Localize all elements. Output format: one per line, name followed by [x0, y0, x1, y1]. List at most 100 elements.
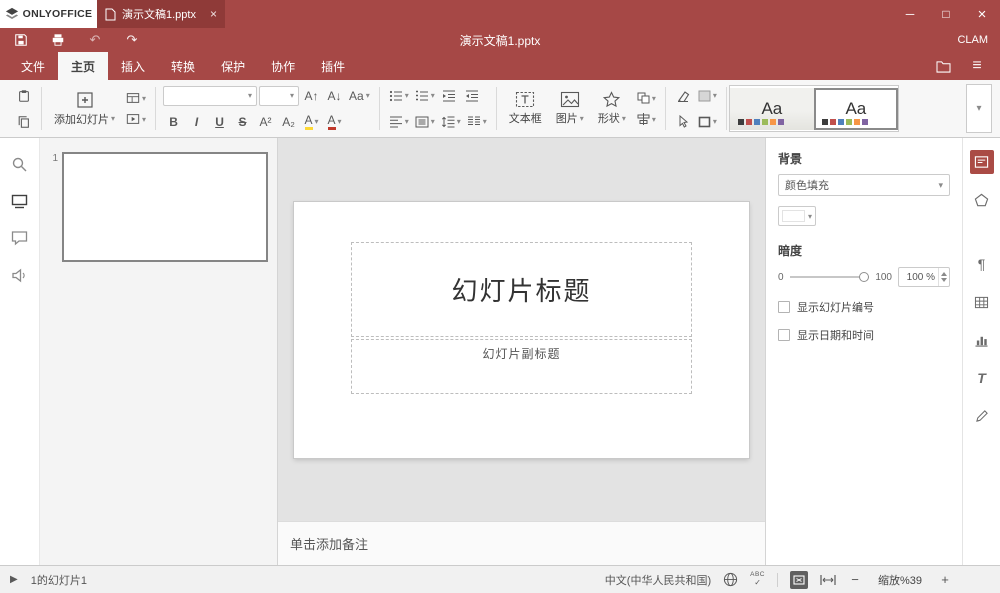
image-icon — [560, 91, 580, 108]
font-name-select[interactable] — [163, 86, 257, 106]
increase-font-button[interactable]: A↑ — [301, 85, 322, 106]
bold-button[interactable]: B — [163, 111, 184, 132]
vertical-align-button[interactable] — [413, 111, 437, 132]
tab-insert[interactable]: 插入 — [108, 52, 158, 80]
document-tab[interactable]: 演示文稿1.pptx × — [97, 0, 225, 28]
theme-tile-1[interactable]: Aa — [730, 88, 814, 130]
decrease-font-button[interactable]: A↓ — [324, 85, 345, 106]
comments-button[interactable] — [10, 228, 30, 248]
tab-close-icon[interactable]: × — [210, 7, 217, 21]
spinner-arrows[interactable] — [938, 268, 949, 286]
signature-settings-button[interactable] — [970, 404, 994, 428]
line-spacing-button[interactable] — [439, 111, 463, 132]
decrease-indent-button[interactable] — [439, 85, 460, 106]
slides-panel-button[interactable] — [10, 191, 30, 211]
opacity-slider[interactable] — [790, 272, 870, 282]
chart-settings-button[interactable] — [970, 328, 994, 352]
subscript-button[interactable]: A₂ — [278, 111, 299, 132]
add-slide-button[interactable]: 添加幻灯片 — [49, 90, 120, 128]
app-logo[interactable]: ONLYOFFICE — [0, 0, 97, 28]
fit-to-slide-button[interactable] — [790, 571, 808, 589]
title-placeholder[interactable]: 幻灯片标题 — [351, 242, 692, 337]
tab-plugins[interactable]: 插件 — [308, 52, 358, 80]
search-button[interactable] — [10, 154, 30, 174]
horizontal-align-button[interactable] — [387, 111, 411, 132]
increase-indent-button[interactable] — [462, 85, 483, 106]
select-objects-button[interactable] — [673, 111, 694, 132]
outline-color-button[interactable] — [696, 111, 719, 132]
tab-protection[interactable]: 保护 — [208, 52, 258, 80]
show-date-time-checkbox-row[interactable]: 显示日期和时间 — [778, 327, 950, 343]
textart-settings-button[interactable]: T — [970, 366, 994, 390]
paragraph-settings-button[interactable]: ¶ — [970, 252, 994, 276]
zoom-out-button[interactable]: − — [848, 572, 862, 587]
show-date-time-checkbox[interactable] — [778, 329, 790, 341]
show-slide-number-checkbox-row[interactable]: 显示幻灯片编号 — [778, 299, 950, 315]
bullets-button[interactable] — [387, 85, 411, 106]
language-indicator[interactable]: 中文(中华人民共和国) — [605, 572, 711, 588]
clear-style-button[interactable] — [673, 85, 694, 106]
spinner-up-icon[interactable] — [941, 272, 947, 276]
background-color-button[interactable] — [778, 206, 816, 226]
font-color-button[interactable]: A — [324, 111, 345, 132]
copy-button[interactable] — [13, 111, 34, 132]
background-fill-select[interactable]: 颜色填充 — [778, 174, 950, 196]
theme-gallery-expand-button[interactable]: ▾ — [966, 84, 992, 133]
underline-button[interactable]: U — [209, 111, 230, 132]
arrange-shape-button[interactable] — [635, 88, 658, 109]
tab-collaboration[interactable]: 协作 — [258, 52, 308, 80]
slide-surface[interactable]: 幻灯片标题 幻灯片副标题 — [294, 202, 749, 458]
font-size-select[interactable] — [259, 86, 299, 106]
slide-thumbnail-1[interactable] — [62, 152, 268, 262]
align-shape-button[interactable] — [635, 109, 658, 130]
insert-image-button[interactable]: 图片 — [551, 90, 589, 127]
fill-color-button[interactable] — [696, 85, 719, 106]
undo-button[interactable]: ↶ — [86, 31, 104, 49]
show-slide-number-checkbox[interactable] — [778, 301, 790, 313]
minimize-button[interactable]: ─ — [892, 0, 928, 28]
opacity-spinner[interactable]: 100 % — [898, 267, 950, 287]
start-slideshow-button[interactable]: ▶ — [10, 574, 18, 585]
change-layout-button[interactable] — [124, 88, 148, 109]
opacity-value: 100 % — [899, 272, 938, 283]
slide-settings-button[interactable] — [970, 150, 994, 174]
numbering-button[interactable] — [413, 85, 437, 106]
table-settings-button[interactable] — [970, 290, 994, 314]
paste-button[interactable] — [13, 85, 34, 106]
zoom-in-button[interactable]: + — [938, 572, 952, 587]
set-language-button[interactable] — [723, 572, 738, 587]
slide-canvas[interactable]: 幻灯片标题 幻灯片副标题 — [278, 138, 765, 521]
superscript-button[interactable]: A² — [255, 111, 276, 132]
toolbar-separator — [155, 87, 156, 130]
highlight-color-button[interactable]: A — [301, 111, 322, 132]
save-button[interactable] — [12, 31, 30, 49]
strikethrough-button[interactable]: S — [232, 111, 253, 132]
slider-knob[interactable] — [859, 272, 869, 282]
shape-settings-button[interactable] — [970, 188, 994, 212]
tab-transitions[interactable]: 转换 — [158, 52, 208, 80]
theme-tile-2-selected[interactable]: Aa — [814, 88, 898, 130]
tab-home[interactable]: 主页 — [58, 52, 108, 80]
menu-right-icons: ≡ — [934, 52, 1000, 80]
italic-button[interactable]: I — [186, 111, 207, 132]
open-file-location-button[interactable] — [934, 57, 952, 75]
insert-textbox-button[interactable]: 文本框 — [504, 90, 547, 127]
maximize-button[interactable]: □ — [928, 0, 964, 28]
spell-check-button[interactable]: ABC ✓ — [750, 572, 765, 587]
insert-shape-button[interactable]: 形状 — [593, 90, 631, 127]
fit-to-width-button[interactable] — [820, 574, 836, 586]
tab-file[interactable]: 文件 — [8, 52, 58, 80]
spinner-down-icon[interactable] — [941, 278, 947, 282]
notes-area[interactable]: 单击添加备注 — [278, 521, 765, 565]
redo-button[interactable]: ↷ — [123, 31, 141, 49]
close-button[interactable]: × — [964, 0, 1000, 28]
view-settings-button[interactable]: ≡ — [968, 57, 986, 75]
print-button[interactable] — [49, 31, 67, 49]
start-preview-button[interactable] — [124, 109, 148, 130]
change-case-button[interactable]: Aa — [347, 85, 372, 106]
opacity-slider-row: 0 100 100 % — [778, 267, 950, 287]
increase-indent-icon — [465, 90, 479, 102]
feedback-button[interactable] — [10, 265, 30, 285]
subtitle-placeholder[interactable]: 幻灯片副标题 — [351, 339, 692, 394]
insert-columns-button[interactable] — [465, 111, 489, 132]
